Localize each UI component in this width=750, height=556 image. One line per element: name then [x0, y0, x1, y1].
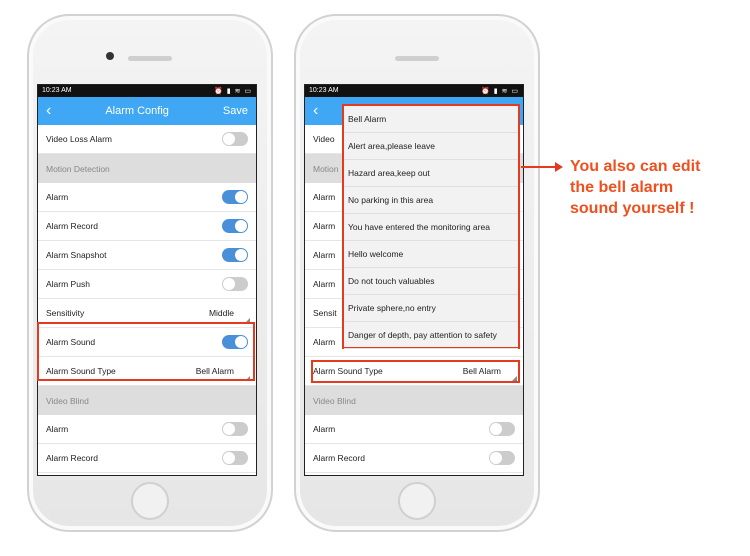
- dropdown-option[interactable]: You have entered the monitoring area: [344, 214, 518, 241]
- row-label: Alarm: [46, 424, 69, 434]
- row-label: Alarm Snapshot: [46, 250, 107, 260]
- back-icon[interactable]: ‹: [46, 102, 51, 120]
- row-label: Alarm: [46, 192, 69, 202]
- toggle-row[interactable]: Alarm Record: [38, 444, 256, 473]
- row-label: Alarm Record: [46, 453, 98, 463]
- alarm-sound-dropdown: Bell Alarm Alert area,please leave Hazard …: [342, 104, 520, 349]
- dropdown-option[interactable]: Hello welcome: [344, 241, 518, 268]
- toggle-switch[interactable]: [222, 277, 248, 291]
- speaker: [128, 56, 172, 61]
- row-label: Alarm: [313, 279, 336, 289]
- toggle-switch[interactable]: [222, 451, 248, 465]
- row-label: Alarm: [313, 424, 336, 434]
- toggle-row[interactable]: Alarm Record: [305, 444, 523, 473]
- status-icons: ⏰ ▮ ≋ ▭: [214, 88, 252, 95]
- row-label: Alarm Push: [46, 279, 90, 289]
- left-phone: 10:23 AM ⏰ ▮ ≋ ▭ ‹ Alarm Config Save Vid…: [27, 14, 273, 532]
- toggle-row[interactable]: Alarm Record: [38, 212, 256, 241]
- row-label: Alarm: [313, 337, 336, 347]
- toggle-switch[interactable]: [222, 132, 248, 146]
- toggle-switch[interactable]: [222, 248, 248, 262]
- toggle-switch[interactable]: [489, 451, 515, 465]
- row-label: Sensit: [313, 308, 337, 318]
- status-time: 10:23 AM: [309, 87, 339, 94]
- row-label: Alarm Record: [313, 453, 365, 463]
- toggle-row[interactable]: Alarm Push: [38, 270, 256, 299]
- select-value[interactable]: Middle: [209, 308, 248, 318]
- arrow-line: [521, 166, 557, 168]
- section-header: Motion Detection: [38, 154, 256, 183]
- alarm-config-screen: 10:23 AM ⏰ ▮ ≋ ▭ ‹ Alarm Config Save Vid…: [37, 84, 257, 476]
- dropdown-option[interactable]: Do not touch valuables: [344, 268, 518, 295]
- callout-line: the bell alarm: [570, 179, 674, 196]
- toggle-switch[interactable]: [222, 219, 248, 233]
- section-header: Video Blind: [38, 386, 256, 415]
- callout-text: You also can edit the bell alarm sound y…: [570, 156, 700, 219]
- home-button[interactable]: [131, 482, 169, 520]
- callout-line: You also can edit: [570, 158, 701, 175]
- home-button[interactable]: [398, 482, 436, 520]
- back-icon[interactable]: ‹: [313, 102, 318, 120]
- row-label: Alarm: [313, 250, 336, 260]
- dropdown-option[interactable]: Hazard area,keep out: [344, 160, 518, 187]
- row-label: Video Loss Alarm: [46, 134, 112, 144]
- settings-list: Video Loss Alarm Motion Detection Alarm Ala…: [38, 125, 256, 473]
- section-header: Video Blind: [305, 386, 523, 415]
- row-label: Alarm: [313, 192, 336, 202]
- status-bar: 10:23 AM ⏰ ▮ ≋ ▭: [38, 85, 256, 97]
- dropdown-option[interactable]: Bell Alarm: [344, 106, 518, 133]
- page-title: Alarm Config: [105, 105, 169, 117]
- row-label: Sensitivity: [46, 308, 85, 318]
- toggle-row[interactable]: Video Loss Alarm: [38, 125, 256, 154]
- camera: [106, 52, 114, 60]
- row-label: Video: [313, 134, 335, 144]
- highlight-box-alarm-sound: [37, 322, 255, 381]
- toggle-row[interactable]: Alarm: [38, 415, 256, 444]
- row-label: Alarm: [313, 221, 336, 231]
- toggle-row[interactable]: Alarm: [305, 415, 523, 444]
- row-label: Alarm Record: [46, 221, 98, 231]
- speaker: [395, 56, 439, 61]
- status-icons: ⏰ ▮ ≋ ▭: [481, 88, 519, 95]
- dropdown-option[interactable]: Danger of depth, pay attention to safety: [344, 322, 518, 349]
- status-time: 10:23 AM: [42, 87, 72, 94]
- toggle-switch[interactable]: [222, 190, 248, 204]
- dropdown-option[interactable]: Private sphere,no entry: [344, 295, 518, 322]
- dropdown-option[interactable]: Alert area,please leave: [344, 133, 518, 160]
- arrow-icon: [555, 162, 563, 172]
- toggle-row[interactable]: Alarm: [38, 183, 256, 212]
- callout-line: sound yourself !: [570, 200, 695, 217]
- app-header: ‹ Alarm Config Save: [38, 97, 256, 125]
- dropdown-option[interactable]: No parking in this area: [344, 187, 518, 214]
- highlight-box-sound-type: [311, 360, 520, 383]
- toggle-switch[interactable]: [222, 422, 248, 436]
- save-button[interactable]: Save: [223, 105, 248, 117]
- toggle-row[interactable]: Alarm Snapshot: [38, 241, 256, 270]
- status-bar: 10:23 AM ⏰ ▮ ≋ ▭: [305, 85, 523, 97]
- toggle-switch[interactable]: [489, 422, 515, 436]
